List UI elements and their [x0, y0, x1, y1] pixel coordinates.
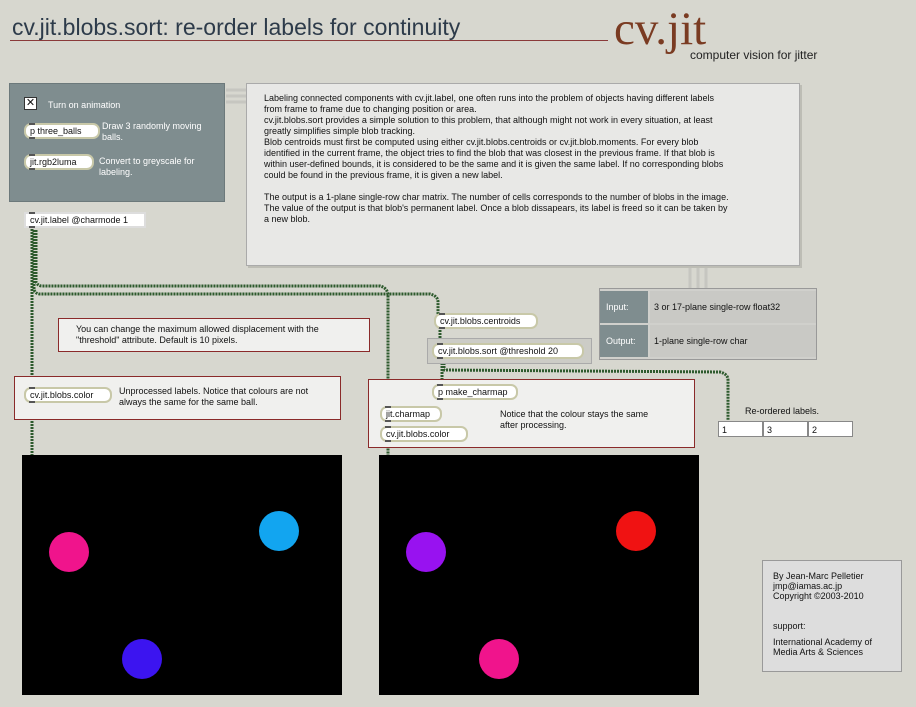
support-label: support: — [773, 621, 806, 631]
three-balls-object[interactable]: p three_balls — [24, 123, 100, 139]
matrix-cell: 2 — [808, 421, 853, 437]
description-paragraph: cv.jit.blobs.sort provides a simple solu… — [264, 115, 713, 136]
support-org: Media Arts & Sciences — [773, 647, 864, 657]
ball — [49, 532, 89, 572]
make-charmap-object[interactable]: p make_charmap — [432, 384, 518, 400]
description-text: Labeling connected components with cv.ji… — [264, 93, 734, 225]
credit-copyright: Copyright ©2003-2010 — [773, 591, 864, 601]
ball — [259, 511, 299, 551]
ball — [479, 639, 519, 679]
output-value: 1-plane single-row char — [650, 325, 816, 357]
rgb2luma-description: Convert to greyscale for labeling. — [99, 156, 195, 177]
blobs-sort-object[interactable]: cv.jit.blobs.sort @threshold 20 — [432, 343, 584, 359]
matrix-cell: 3 — [763, 421, 808, 437]
charmap-object[interactable]: jit.charmap — [380, 406, 442, 422]
io-panel: Input: 3 or 17-plane single-row float32 … — [599, 288, 817, 360]
output-label: Output: — [600, 325, 648, 357]
ball — [406, 532, 446, 572]
ball — [616, 511, 656, 551]
blobs-centroids-object[interactable]: cv.jit.blobs.centroids — [434, 313, 538, 329]
input-label: Input: — [600, 291, 648, 323]
processed-display — [379, 455, 699, 695]
unprocessed-note: Unprocessed labels. Notice that colours … — [119, 386, 309, 407]
blobs-color-left-object[interactable]: cv.jit.blobs.color — [24, 387, 112, 403]
support-org: International Academy of — [773, 637, 873, 647]
description-paragraph: Labeling connected components with cv.ji… — [264, 93, 714, 114]
matrix-cell: 1 — [718, 421, 763, 437]
reordered-matrix: 1 3 2 — [718, 421, 853, 437]
processed-note: Notice that the colour stays the same af… — [500, 409, 649, 430]
toggle-label: Turn on animation — [48, 100, 121, 110]
three-balls-description: Draw 3 randomly moving balls. — [102, 121, 202, 142]
credit-email: jmp@iamas.ac.jp — [773, 581, 843, 591]
threshold-note: You can change the maximum allowed displ… — [76, 324, 319, 345]
rgb2luma-object[interactable]: jit.rgb2luma — [24, 154, 94, 170]
blobs-color-right-object[interactable]: cv.jit.blobs.color — [380, 426, 468, 442]
unprocessed-display — [22, 455, 342, 695]
description-paragraph: Blob centroids must first be computed us… — [264, 137, 724, 180]
animation-toggle[interactable]: ✕ — [24, 97, 37, 110]
ball — [122, 639, 162, 679]
credit-author: By Jean-Marc Pelletier — [773, 571, 864, 581]
description-paragraph: The output is a 1-plane single-row char … — [264, 192, 729, 224]
credits-box: By Jean-Marc Pelletier jmp@iamas.ac.jp C… — [762, 560, 902, 672]
reordered-label: Re-ordered labels. — [745, 406, 820, 416]
label-object[interactable]: cv.jit.label @charmode 1 — [24, 212, 146, 228]
input-value: 3 or 17-plane single-row float32 — [650, 291, 816, 323]
